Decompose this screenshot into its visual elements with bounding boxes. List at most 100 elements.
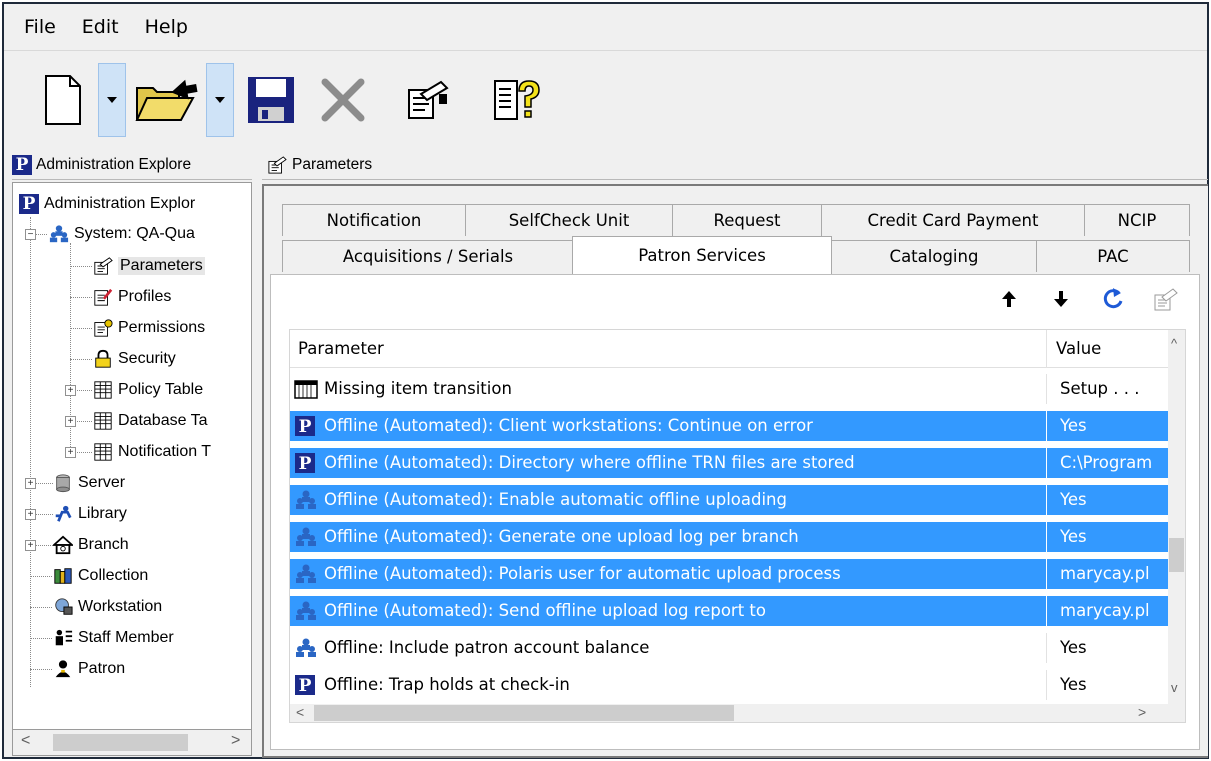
tree-item-permissions[interactable]: Permissions [93,315,205,341]
tree-item-notification-table[interactable]: Notification T [93,439,211,465]
tree-item-security[interactable]: Security [93,346,176,372]
grid-horizontal-scrollbar[interactable]: < > [290,704,1185,722]
open-button[interactable] [132,63,204,137]
scroll-up-icon[interactable]: ^ [1171,336,1177,351]
column-divider[interactable] [1046,330,1047,368]
grid-row[interactable]: Offline (Automated): Send offline upload… [290,596,1170,626]
parameter-value[interactable]: Yes [1060,490,1170,509]
column-header-parameter[interactable]: Parameter [298,339,384,358]
menu-file[interactable]: File [10,16,68,38]
menu-help[interactable]: Help [131,16,200,38]
tab-notification[interactable]: Notification [282,204,466,236]
grid-properties-button[interactable] [1139,281,1191,317]
column-divider [1046,448,1047,478]
refresh-button[interactable] [1087,281,1139,317]
grid-row[interactable]: P Offline (Automated): Directory where of… [290,448,1170,478]
parameter-value[interactable]: Yes [1060,527,1170,546]
grid-row[interactable]: Offline (Automated): Generate one upload… [290,522,1170,552]
tree-item-database-table[interactable]: Database Ta [93,408,208,434]
grid-row[interactable]: Offline (Automated): Enable automatic of… [290,485,1170,515]
tab-cataloging[interactable]: Cataloging [830,240,1038,272]
open-dropdown-button[interactable] [206,63,234,137]
scroll-left-icon[interactable]: < [296,704,304,720]
collapse-system-button[interactable]: − [25,229,36,240]
tab-selfcheck-unit[interactable]: SelfCheck Unit [465,204,673,236]
expand-server-button[interactable]: + [25,478,36,489]
grid-vertical-scrollbar[interactable]: ^ v [1168,330,1185,706]
branch-icon [53,535,73,555]
parameter-value[interactable]: Yes [1060,638,1170,657]
scrollbar-thumb[interactable] [53,734,188,751]
parameters-grid[interactable]: Parameter Value Missing item transition S… [289,329,1186,723]
expand-library-button[interactable]: + [25,509,36,520]
calendar-icon [294,379,318,399]
tab-ncip[interactable]: NCIP [1084,204,1190,236]
delete-button[interactable] [312,63,374,137]
polaris-logo-icon: P [294,416,318,437]
tree-item-system[interactable]: System: QA-Qua [49,221,195,247]
parameters-icon [268,155,287,174]
scroll-right-icon[interactable]: > [231,732,240,750]
parameter-value[interactable]: Setup . . . [1060,379,1170,398]
expand-notification-table-button[interactable]: + [65,447,76,458]
scroll-left-icon[interactable]: < [21,732,30,750]
move-up-button[interactable] [983,281,1035,317]
tree-item-staff-member[interactable]: Staff Member [53,625,174,651]
pane-splitter[interactable] [254,150,260,756]
tree-item-workstation[interactable]: Workstation [53,594,162,620]
tab-acquisitions-serials[interactable]: Acquisitions / Serials [282,240,574,272]
system-users-icon [294,564,318,584]
tab-pac[interactable]: PAC [1036,240,1190,272]
tab-row-1: Notification SelfCheck Unit Request Cred… [270,204,1200,236]
tree-item-parameters[interactable]: Parameters [93,253,205,279]
tab-patron-services[interactable]: Patron Services [572,236,832,274]
scroll-right-icon[interactable]: > [1138,704,1146,720]
tree-item-patron[interactable]: Patron [53,656,125,682]
tab-request[interactable]: Request [672,204,822,236]
expand-database-table-button[interactable]: + [65,416,76,427]
new-dropdown-button[interactable] [98,63,126,137]
grid-row[interactable]: Offline: Include patron account balance Y… [290,633,1170,663]
menu-edit[interactable]: Edit [68,16,131,38]
scroll-down-icon[interactable]: v [1171,680,1178,695]
parameter-value[interactable]: Yes [1060,416,1170,435]
column-header-value[interactable]: Value [1056,339,1101,358]
tab-credit-card-payment[interactable]: Credit Card Payment [821,204,1085,236]
tree-item-administration-explorer[interactable]: P Administration Explor [19,191,195,217]
left-pane-horizontal-scrollbar[interactable]: < > [12,730,252,756]
right-pane-title: Parameters [292,155,373,173]
new-document-button[interactable] [32,63,94,137]
tree-item-server[interactable]: Server [53,470,125,496]
expand-policy-table-button[interactable]: + [65,385,76,396]
help-button[interactable] [486,63,548,137]
grid-row[interactable]: P Offline (Automated): Client workstation… [290,411,1170,441]
system-users-icon [49,225,69,243]
server-icon [56,474,70,493]
parameter-value[interactable]: Yes [1060,675,1170,694]
parameter-value[interactable]: marycay.pl [1060,601,1170,620]
admin-explorer-tree[interactable]: − + + + + + + P Administration Explor Sy… [12,182,252,730]
grid-row[interactable]: P Offline: Trap holds at check-in Yes [290,670,1170,700]
grid-row[interactable]: Offline (Automated): Polaris user for au… [290,559,1170,589]
properties-button[interactable] [396,63,458,137]
save-button[interactable] [240,63,302,137]
move-down-button[interactable] [1035,281,1087,317]
tree-item-library[interactable]: Library [53,501,127,527]
toolbar [4,50,1207,146]
system-users-icon [294,490,318,510]
save-disk-icon [248,77,294,123]
expand-branch-button[interactable]: + [25,540,36,551]
grid-row[interactable]: Missing item transition Setup . . . [290,374,1170,404]
polaris-logo-icon: P [294,675,318,696]
scrollbar-thumb[interactable] [1169,538,1184,572]
tab-content: Parameter Value Missing item transition S… [270,274,1200,750]
tree-item-collection[interactable]: Collection [53,563,148,589]
parameter-value[interactable]: marycay.pl [1060,564,1170,583]
scrollbar-thumb[interactable] [314,705,734,721]
tree-item-profiles[interactable]: Profiles [93,284,171,310]
tree-item-branch[interactable]: Branch [53,532,129,558]
grid-header: Parameter Value [290,330,1170,368]
parameter-value[interactable]: C:\Program [1060,453,1170,472]
tree-item-policy-table[interactable]: Policy Table [93,377,203,403]
svg-text:P: P [299,454,312,473]
